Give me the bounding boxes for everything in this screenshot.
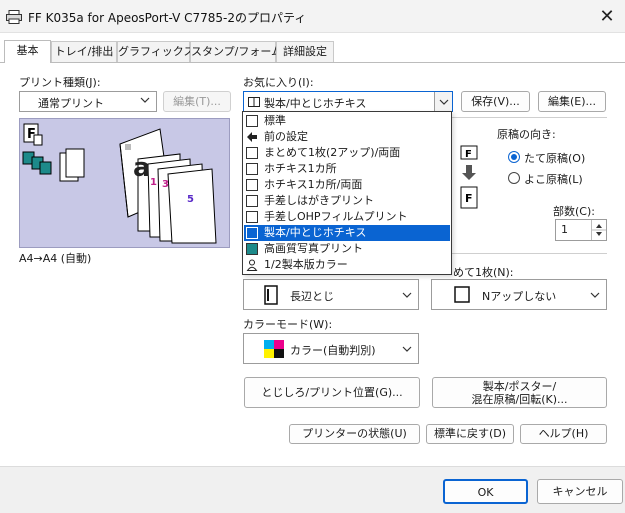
back-arrow-icon [247, 132, 257, 142]
favorites-select[interactable]: 製本/中とじホチキス [243, 91, 453, 112]
booklet-poster-line-1: 製本/ポスター/ [482, 380, 557, 393]
favorites-option-standard[interactable]: 標準 [244, 113, 450, 129]
svg-text:F: F [465, 149, 472, 160]
favorites-option-previous[interactable]: 前の設定 [244, 129, 450, 145]
preview-page-number-1: 1 [150, 177, 157, 188]
favorites-option-staple[interactable]: ホチキス1カ所 [244, 161, 450, 177]
tab-basic[interactable]: 基本 [4, 40, 51, 63]
favorites-option-photo[interactable]: 高画質写真プリント [244, 241, 450, 257]
favorites-dropdown-list: 標準 前の設定 まとめて1枚(2アップ)/両面 ホチキス1カ所 ホチキス1カ所/… [242, 111, 452, 275]
ok-button[interactable]: OK [443, 479, 528, 504]
copies-value: 1 [561, 223, 568, 236]
favorites-label: お気に入り(I): [243, 76, 314, 89]
spin-up-down-icon [592, 224, 606, 236]
tab-tray-output[interactable]: トレイ/排出 [51, 41, 117, 62]
favorites-option-postcard[interactable]: 手差しはがきプリント [244, 193, 450, 209]
print-type-select[interactable]: 通常プリント [19, 91, 157, 112]
dialog-footer [0, 466, 625, 513]
print-type-label: プリント種類(J): [19, 76, 101, 89]
booklet-icon [248, 97, 260, 107]
orientation-portrait-radio[interactable] [508, 151, 520, 163]
booklet-poster-button[interactable]: 製本/ポスター/ 混在原稿/回転(K)... [432, 377, 607, 408]
nup-select[interactable]: Nアップしない [431, 279, 607, 310]
long-edge-binding-icon [264, 285, 278, 305]
booklet-poster-line-2: 混在原稿/回転(K)... [471, 393, 568, 406]
binding-select[interactable]: 長辺とじ [243, 279, 419, 310]
color-cmyk-icon [264, 340, 284, 358]
favorites-option-2up-duplex[interactable]: まとめて1枚(2アップ)/両面 [244, 145, 450, 161]
margin-position-button[interactable]: とじしろ/プリント位置(G)... [244, 377, 420, 408]
help-button[interactable]: ヘルプ(H) [520, 424, 607, 444]
two-up-icon [246, 147, 258, 159]
close-button[interactable]: ✕ [592, 3, 622, 31]
preview-page-number-5: 5 [187, 194, 194, 205]
preview-page-number-3: 3 [162, 179, 169, 190]
favorites-save-button[interactable]: 保存(V)... [461, 91, 530, 112]
photo-icon [246, 243, 258, 255]
tab-advanced[interactable]: 詳細設定 [276, 41, 334, 62]
favorites-edit-button[interactable]: 編集(E)... [538, 91, 606, 112]
restore-default-button[interactable]: 標準に戻す(D) [426, 424, 514, 444]
chevron-down-icon [402, 292, 412, 298]
printer-status-button[interactable]: プリンターの状態(U) [289, 424, 420, 444]
window-title: FF K035a for ApeosPort-V C7785-2のプロパティ [28, 11, 307, 25]
print-type-edit-button[interactable]: 編集(T)... [163, 91, 231, 112]
favorites-value: 製本/中とじホチキス [264, 97, 367, 110]
orientation-label: 原稿の向き: [497, 128, 556, 141]
binding-value: 長辺とじ [290, 290, 334, 303]
tab-stamp-form[interactable]: スタンプ/フォーム [190, 41, 282, 62]
tab-graphics[interactable]: グラフィックス [117, 41, 194, 62]
favorites-option-staple-duplex[interactable]: ホチキス1カ所/両面 [244, 177, 450, 193]
orientation-landscape-radio[interactable] [508, 172, 520, 184]
color-mode-select[interactable]: カラー(自動判別) [243, 333, 419, 364]
favorites-option-booklet[interactable]: 製本/中とじホチキス [244, 225, 450, 241]
person-icon [246, 259, 258, 271]
single-page-icon [454, 286, 470, 303]
printer-icon [6, 10, 22, 24]
ohp-film-icon [246, 211, 258, 223]
favorites-option-ohp[interactable]: 手差しOHPフィルムプリント [244, 209, 450, 225]
orientation-landscape-label: よこ原稿(L) [524, 173, 583, 186]
chevron-down-icon [140, 97, 150, 103]
staple-icon [246, 163, 258, 175]
color-mode-value: カラー(自動判別) [290, 344, 376, 357]
booklet-icon [246, 227, 258, 239]
preview-caption: A4→A4 (自動) [19, 252, 92, 265]
section-divider [452, 117, 607, 118]
copies-label: 部数(C): [553, 205, 595, 218]
standard-icon [246, 115, 258, 127]
orientation-illustration: F F [460, 145, 478, 209]
cancel-button[interactable]: キャンセル [537, 479, 623, 504]
print-type-value: 通常プリント [38, 97, 104, 110]
favorites-option-half-booklet[interactable]: 1/2製本版カラー [244, 257, 450, 273]
section-divider-2 [452, 253, 607, 254]
svg-text:F: F [465, 192, 473, 205]
nup-label: めて1枚(N): [453, 266, 514, 279]
color-mode-label: カラーモード(W): [243, 318, 333, 331]
postcard-icon [246, 195, 258, 207]
staple-duplex-icon [246, 179, 258, 191]
orientation-portrait-label: たて原稿(O) [524, 152, 586, 165]
chevron-down-icon [402, 346, 412, 352]
chevron-down-icon [439, 99, 449, 105]
chevron-down-icon [590, 292, 600, 298]
preview-illustration: F [22, 123, 217, 244]
copies-spin-buttons[interactable] [591, 220, 606, 240]
nup-value: Nアップしない [482, 290, 557, 303]
preview-doc-letter: a [133, 153, 151, 183]
copies-stepper[interactable]: 1 [555, 219, 607, 241]
favorites-dropdown-toggle[interactable] [434, 92, 452, 111]
layout-preview: F a 1 3 5 [19, 118, 230, 248]
